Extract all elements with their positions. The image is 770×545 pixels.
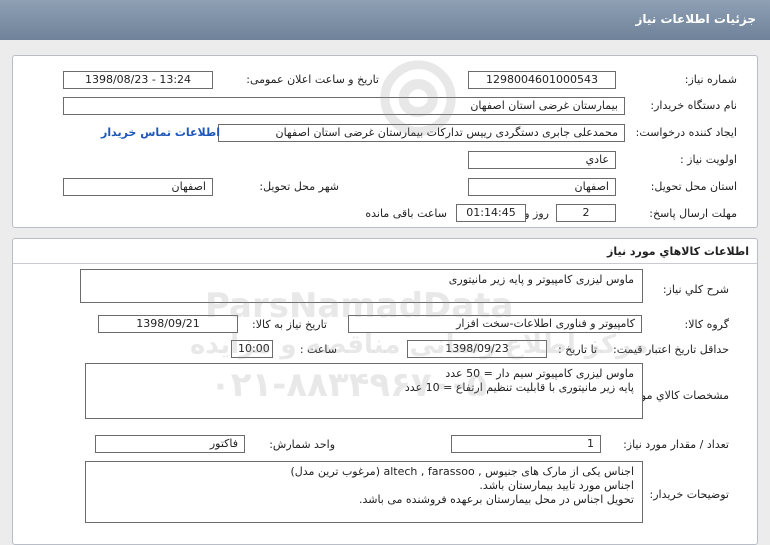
page-title: جزئیات اطلاعات نیاز [635,12,756,26]
need-number-label: شماره نیاز: [684,73,737,86]
page-header: جزئیات اطلاعات نیاز [0,0,770,40]
province-label: استان محل تحویل: [650,180,737,193]
need-number-field[interactable]: 1298004601000543 [468,71,616,89]
buyer-contact-link[interactable]: اطلاعات تماس خریدار [101,126,220,139]
buyer-org-label: نام دستگاه خریدار: [650,99,737,112]
group-field[interactable]: کامپیوتر و فناوری اطلاعات-سخت افزار [348,315,642,333]
need-date-field[interactable]: 1398/09/21 [98,315,238,333]
until-date-label: تا تاریخ : [558,343,597,356]
group-label: گروه کالا: [684,318,729,331]
creator-label: ایجاد کننده درخواست: [635,126,737,139]
deadline-days-field[interactable]: 2 [556,204,616,222]
time-label: ساعت : [299,343,337,356]
city-label: شهر محل تحویل: [259,180,339,193]
unit-field[interactable]: فاکتور [95,435,245,453]
goods-section-title: اطلاعات کالاهاي مورد نياز [607,245,749,258]
until-date-field[interactable]: 1398/09/23 [407,340,547,358]
need-info-panel: شماره نیاز: 1298004601000543 تاریخ و ساع… [12,55,758,228]
min-validity-label: حداقل تاریخ اعتبار قیمت: [613,343,729,356]
priority-label: اولویت نیاز : [679,153,737,166]
goods-panel: اطلاعات کالاهاي مورد نياز شرح کلي نياز: … [12,238,758,545]
need-date-label: تاریخ نیاز به کالا: [252,318,327,331]
days-word: روز و [524,207,549,220]
remaining-word: ساعت باقی مانده [365,207,447,220]
creator-field[interactable]: محمدعلی جابری دستگردی رییس تدارکات بیمار… [218,124,625,142]
buyer-org-field[interactable]: بیمارستان غرضی استان اصفهان [63,97,625,115]
announce-date-field[interactable]: 1398/08/23 - 13:24 [63,71,213,89]
deadline-label: مهلت ارسال پاسخ: [649,207,737,220]
specs-field[interactable]: ماوس لیزری کامپیوتر سیم دار = 50 عدد پای… [85,363,643,419]
section-divider [13,263,757,264]
general-desc-field[interactable]: ماوس لیزری کامپیوتر و پایه زیر مانیتوری [80,269,643,303]
priority-field[interactable]: عادي [468,151,616,169]
province-field[interactable]: اصفهان [468,178,616,196]
city-field[interactable]: اصفهان [63,178,213,196]
qty-label: تعداد / مقدار مورد نیاز: [623,438,729,451]
buyer-notes-field[interactable]: اجناس یکی از مارک های جنیوس , altech , f… [85,461,643,523]
general-desc-label: شرح کلي نياز: [662,283,729,296]
announce-date-label: تاریخ و ساعت اعلان عمومی: [246,73,379,86]
time-field[interactable]: 10:00 [231,340,273,358]
deadline-time-field[interactable]: 01:14:45 [456,204,526,222]
qty-field[interactable]: 1 [451,435,601,453]
buyer-notes-label: توضیحات خریدار: [649,488,730,501]
unit-label: واحد شمارش: [269,438,335,451]
